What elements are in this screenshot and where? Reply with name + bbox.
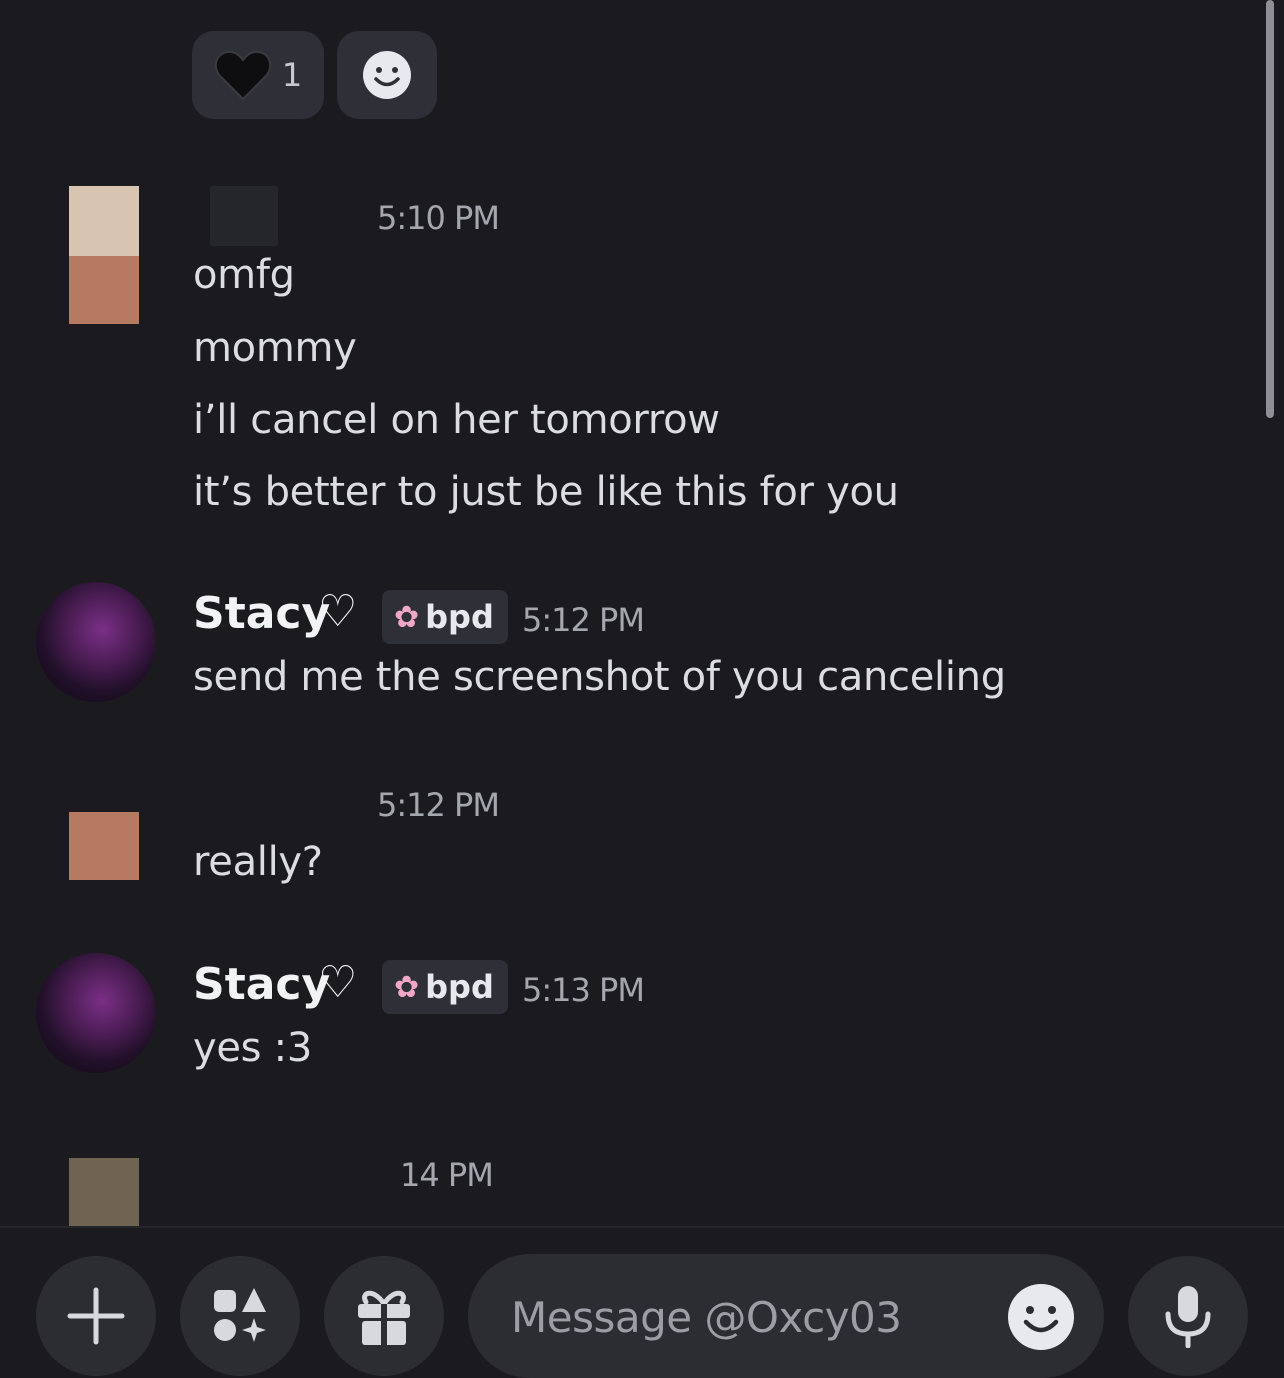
message-line: omfg [193, 252, 295, 298]
voice-button[interactable] [1128, 1256, 1248, 1376]
reaction-count: 1 [281, 56, 303, 94]
apps-icon [214, 1288, 266, 1342]
role-tag[interactable]: ✿ bpd [382, 590, 508, 644]
message-line: send me the screenshot of you canceling [193, 654, 1006, 700]
microphone-icon [1165, 1286, 1211, 1348]
cherry-blossom-icon: ✿ [394, 599, 420, 635]
message-timestamp: 5:12 PM [522, 601, 645, 639]
emoji-icon [1008, 1284, 1074, 1350]
apps-button[interactable] [180, 1256, 300, 1376]
avatar[interactable] [69, 1158, 139, 1226]
scrollbar[interactable] [1266, 0, 1274, 418]
message-line: really? [193, 839, 323, 885]
gift-button[interactable] [324, 1256, 444, 1376]
message-line: it’s better to just be like this for you [193, 469, 899, 515]
cherry-blossom-icon: ✿ [394, 969, 420, 1005]
message-timestamp: 5:10 PM [377, 199, 500, 237]
role-tag-label: bpd [425, 598, 494, 636]
heart-outline-icon: ♡ [318, 957, 358, 1008]
plus-icon [67, 1287, 125, 1345]
gift-icon [358, 1290, 410, 1345]
attach-button[interactable] [36, 1256, 156, 1376]
add-reaction-icon [363, 51, 411, 99]
heart-outline-icon: ♡ [318, 586, 358, 637]
message-timestamp: 14 PM [400, 1156, 494, 1194]
black-heart-icon [214, 50, 271, 101]
avatar-lower [69, 256, 139, 324]
username[interactable]: Stacy [193, 588, 330, 639]
message-line: mommy [193, 325, 357, 371]
message-line: yes :3 [193, 1025, 312, 1071]
message-line: i’ll cancel on her tomorrow [193, 397, 720, 443]
avatar[interactable] [36, 582, 156, 702]
role-tag[interactable]: ✿ bpd [382, 960, 508, 1014]
avatar[interactable] [69, 812, 139, 880]
divider [0, 1226, 1284, 1228]
redacted-username [210, 186, 278, 246]
heart-reaction[interactable]: 1 [192, 31, 324, 119]
emoji-button[interactable] [1006, 1282, 1076, 1352]
message-timestamp: 5:12 PM [377, 786, 500, 824]
add-reaction-button[interactable] [337, 31, 437, 119]
username[interactable]: Stacy [193, 959, 330, 1010]
avatar[interactable] [69, 186, 139, 256]
message-timestamp: 5:13 PM [522, 971, 645, 1009]
avatar[interactable] [36, 953, 156, 1073]
role-tag-label: bpd [425, 968, 494, 1006]
message-input-placeholder: Message @Oxcy03 [511, 1293, 902, 1342]
